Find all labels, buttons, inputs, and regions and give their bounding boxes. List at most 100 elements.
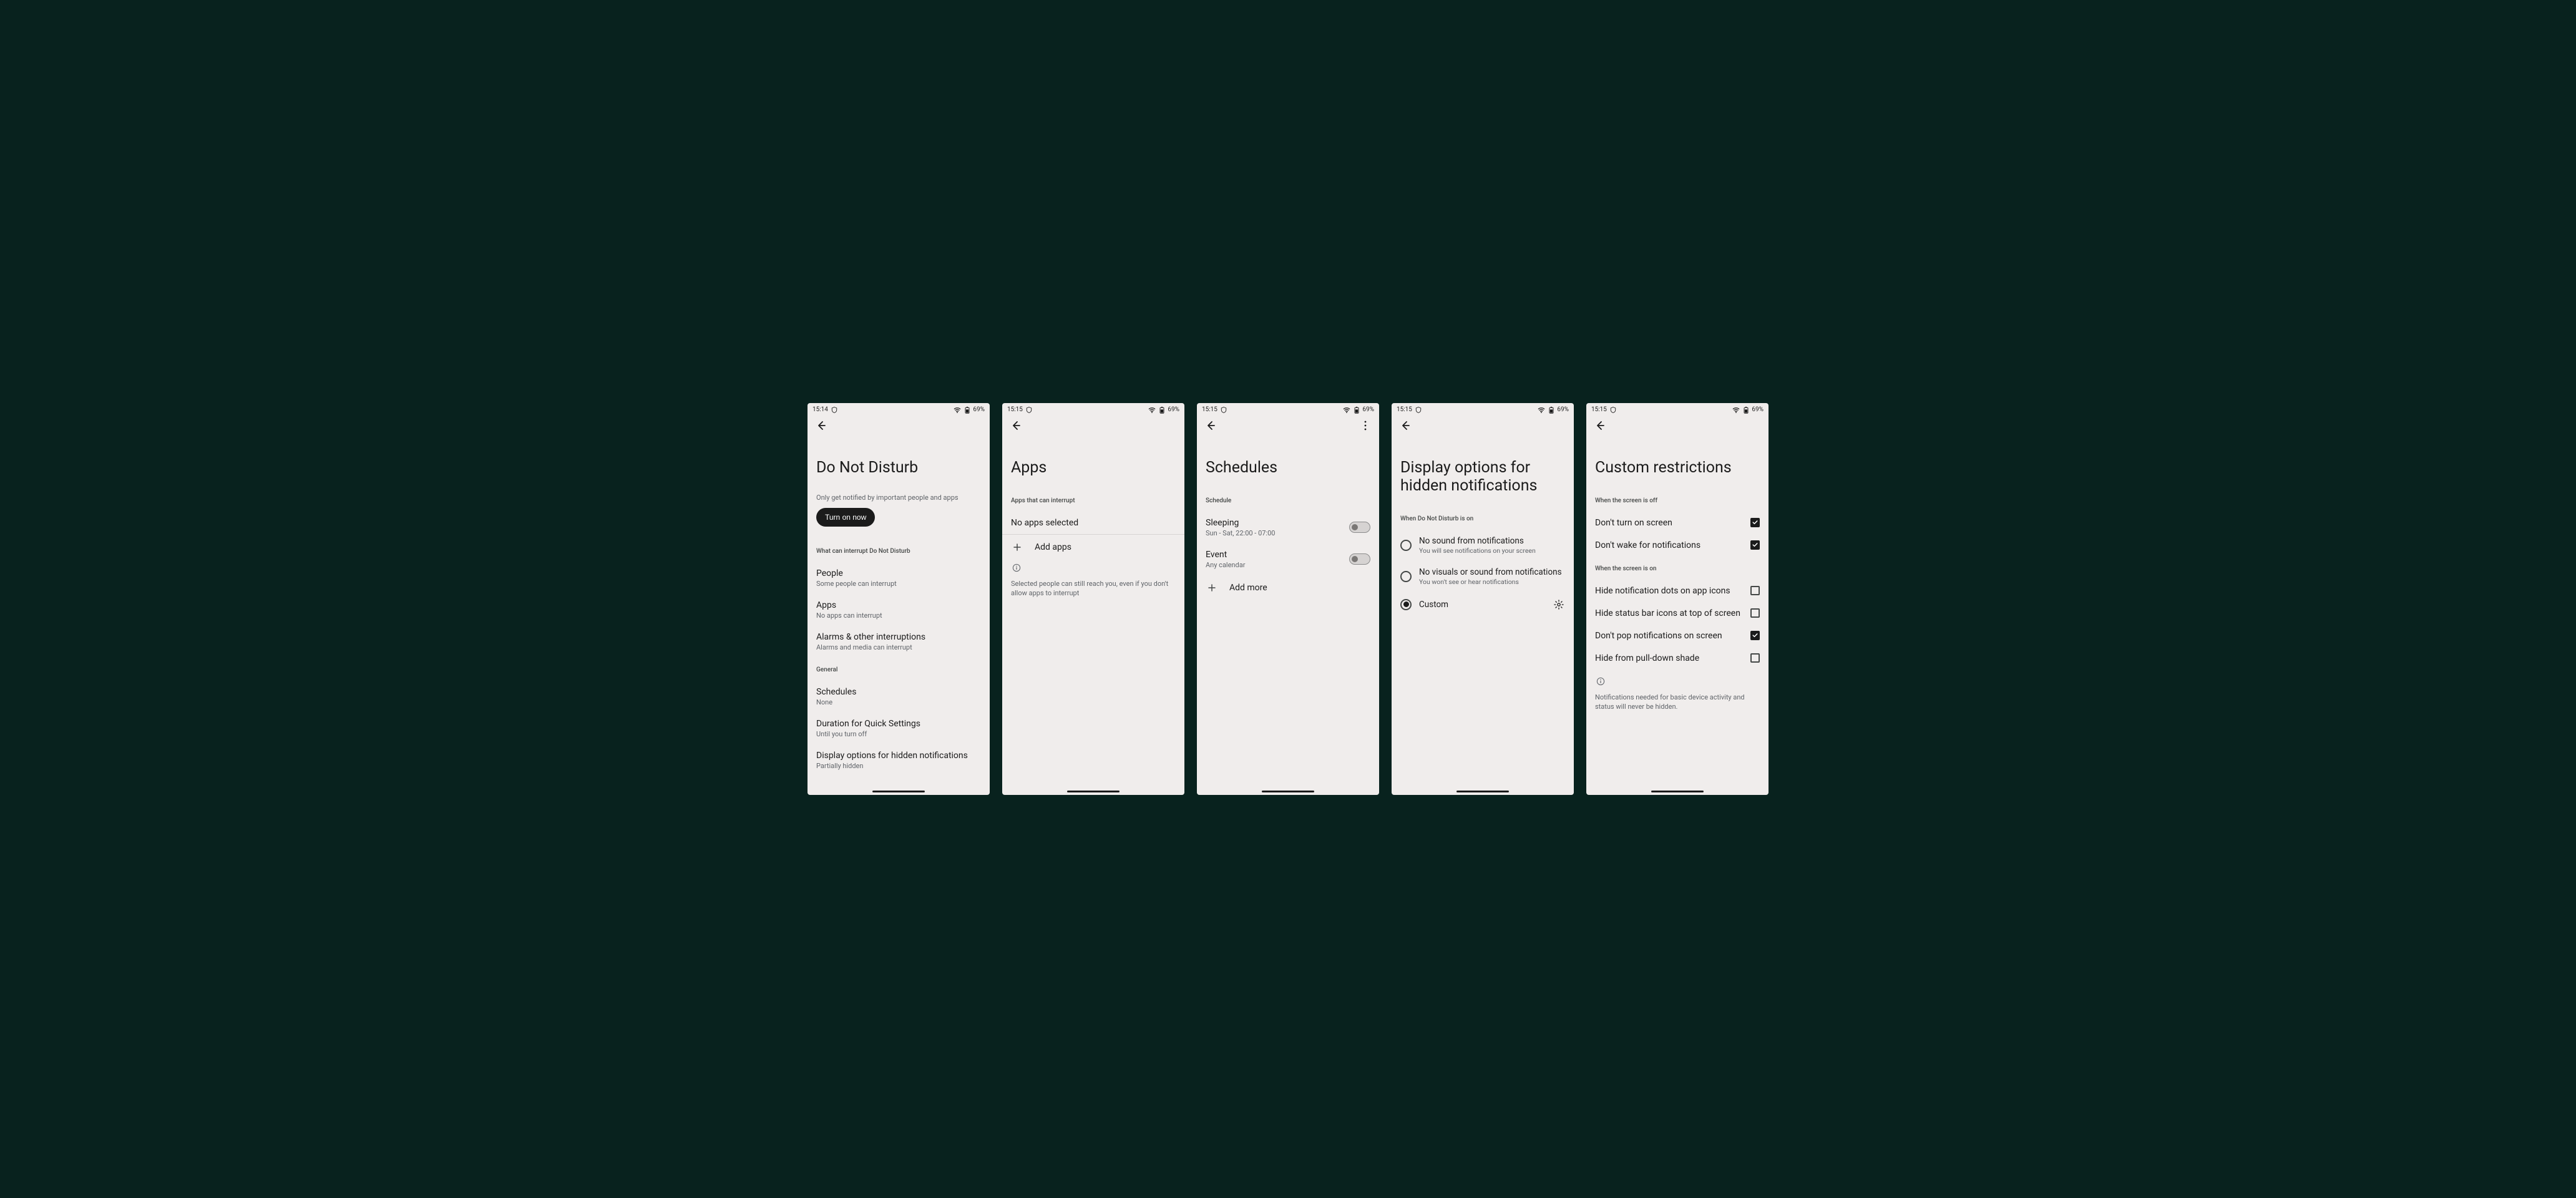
- status-bar: 15:15 69%: [1002, 403, 1184, 414]
- list-item-title: Hide status bar icons at top of screen: [1595, 608, 1740, 618]
- nav-handle[interactable]: [1651, 791, 1704, 792]
- section-dnd-header: When Do Not Disturb is on: [1400, 515, 1565, 522]
- battery-percent: 69%: [1168, 406, 1179, 413]
- wifi-icon: [1732, 406, 1740, 414]
- nav-handle[interactable]: [1262, 791, 1314, 792]
- app-bar: [1197, 414, 1379, 437]
- screen-display-options: 15:15 69% Display options for hidden not…: [1392, 403, 1574, 795]
- list-item-title: People: [816, 568, 981, 578]
- screen-custom-restrictions: 15:15 69% Custom restrictions When the s…: [1586, 403, 1769, 795]
- status-time: 15:15: [1591, 406, 1607, 413]
- list-item-title: Hide from pull-down shade: [1595, 653, 1699, 663]
- nav-handle[interactable]: [872, 791, 925, 792]
- list-item-sub: Until you turn off: [816, 730, 981, 738]
- hide-shade-item[interactable]: Hide from pull-down shade: [1595, 647, 1760, 670]
- app-bar: [1002, 414, 1184, 437]
- no-apps-item[interactable]: No apps selected: [1011, 512, 1176, 534]
- list-item-title: Don't turn on screen: [1595, 518, 1672, 528]
- battery-icon: [964, 405, 971, 415]
- info-note: [1595, 676, 1760, 689]
- schedule-event-item[interactable]: Event Any calendar: [1206, 543, 1370, 575]
- overflow-menu-button[interactable]: [1358, 418, 1373, 433]
- checkbox-icon: [1750, 653, 1760, 663]
- battery-percent: 69%: [1557, 406, 1569, 413]
- battery-percent: 69%: [1752, 406, 1764, 413]
- back-button[interactable]: [1398, 418, 1413, 433]
- schedules-item[interactable]: Schedules None: [816, 681, 981, 713]
- event-toggle[interactable]: [1349, 553, 1370, 565]
- info-text: Notifications needed for basic device ac…: [1595, 693, 1760, 712]
- battery-percent: 69%: [1362, 406, 1374, 413]
- alarms-item[interactable]: Alarms & other interruptions Alarms and …: [816, 626, 981, 658]
- page-title: Apps: [1011, 459, 1176, 477]
- option-no-sound[interactable]: No sound from notifications You will see…: [1400, 530, 1565, 561]
- back-button[interactable]: [1008, 418, 1023, 433]
- turn-on-button[interactable]: Turn on now: [816, 508, 875, 527]
- people-item[interactable]: People Some people can interrupt: [816, 562, 981, 594]
- dont-turn-on-screen-item[interactable]: Don't turn on screen: [1595, 512, 1760, 534]
- wifi-icon: [1537, 406, 1546, 414]
- section-general-header: General: [816, 666, 981, 673]
- apps-item[interactable]: Apps No apps can interrupt: [816, 594, 981, 626]
- checkbox-icon: [1750, 518, 1760, 527]
- info-icon: [1011, 562, 1022, 575]
- status-bar: 15:15 69%: [1586, 403, 1769, 414]
- gear-icon[interactable]: [1553, 598, 1565, 611]
- status-time: 15:15: [1007, 406, 1023, 413]
- back-button[interactable]: [1593, 418, 1608, 433]
- list-item-sub: Partially hidden: [816, 762, 981, 770]
- dont-wake-item[interactable]: Don't wake for notifications: [1595, 534, 1760, 557]
- page-title: Do Not Disturb: [816, 459, 981, 477]
- status-bar: 15:15 69%: [1197, 403, 1379, 414]
- display-options-item[interactable]: Display options for hidden notifications…: [816, 744, 981, 776]
- battery-icon: [1158, 405, 1166, 415]
- duration-item[interactable]: Duration for Quick Settings Until you tu…: [816, 713, 981, 744]
- back-button[interactable]: [1203, 418, 1218, 433]
- screen-apps: 15:15 69% Apps Apps that can interrupt N…: [1002, 403, 1184, 795]
- status-bar: 15:15 69%: [1392, 403, 1574, 414]
- shield-icon: [831, 406, 838, 414]
- list-item-title: Add more: [1229, 583, 1267, 593]
- status-time: 15:14: [812, 406, 828, 413]
- checkbox-icon: [1750, 540, 1760, 550]
- schedule-sleeping-item[interactable]: Sleeping Sun - Sat, 22:00 - 07:00: [1206, 512, 1370, 543]
- wifi-icon: [1148, 406, 1156, 414]
- status-time: 15:15: [1397, 406, 1412, 413]
- nav-handle[interactable]: [1067, 791, 1120, 792]
- list-item-title: Alarms & other interruptions: [816, 632, 981, 642]
- list-item-sub: No apps can interrupt: [816, 611, 981, 620]
- info-text: Selected people can still reach you, eve…: [1011, 579, 1176, 598]
- list-item-title: Event: [1206, 550, 1349, 560]
- hide-statusbar-item[interactable]: Hide status bar icons at top of screen: [1595, 602, 1760, 625]
- back-button[interactable]: [814, 418, 829, 433]
- dont-pop-item[interactable]: Don't pop notifications on screen: [1595, 625, 1760, 647]
- option-custom[interactable]: Custom: [1400, 592, 1565, 617]
- app-bar: [1586, 414, 1769, 437]
- battery-icon: [1742, 405, 1750, 415]
- hide-dots-item[interactable]: Hide notification dots on app icons: [1595, 580, 1760, 602]
- radio-icon: [1400, 571, 1412, 582]
- nav-handle[interactable]: [1456, 791, 1509, 792]
- list-item-title: Apps: [816, 600, 981, 610]
- section-schedule-header: Schedule: [1206, 497, 1370, 504]
- sleeping-toggle[interactable]: [1349, 522, 1370, 533]
- list-item-title: Sleeping: [1206, 518, 1349, 528]
- shield-icon: [1609, 406, 1617, 414]
- section-apps-header: Apps that can interrupt: [1011, 497, 1176, 504]
- option-no-visuals[interactable]: No visuals or sound from notifications Y…: [1400, 561, 1565, 592]
- checkbox-icon: [1750, 586, 1760, 595]
- wifi-icon: [953, 406, 962, 414]
- list-item-title: Display options for hidden notifications: [816, 751, 981, 761]
- status-time: 15:15: [1202, 406, 1217, 413]
- radio-icon: [1400, 599, 1412, 610]
- list-item-sub: None: [816, 698, 981, 706]
- list-item-title: Don't pop notifications on screen: [1595, 631, 1722, 641]
- add-apps-item[interactable]: Add apps: [1011, 535, 1176, 560]
- add-more-item[interactable]: Add more: [1206, 575, 1370, 600]
- section-interrupt-header: What can interrupt Do Not Disturb: [816, 548, 981, 555]
- list-item-sub: Sun - Sat, 22:00 - 07:00: [1206, 529, 1349, 537]
- list-item-sub: Alarms and media can interrupt: [816, 643, 981, 651]
- list-item-title: Custom: [1419, 600, 1553, 610]
- page-subtitle: Only get notified by important people an…: [816, 494, 981, 502]
- list-item-title: Add apps: [1035, 542, 1071, 552]
